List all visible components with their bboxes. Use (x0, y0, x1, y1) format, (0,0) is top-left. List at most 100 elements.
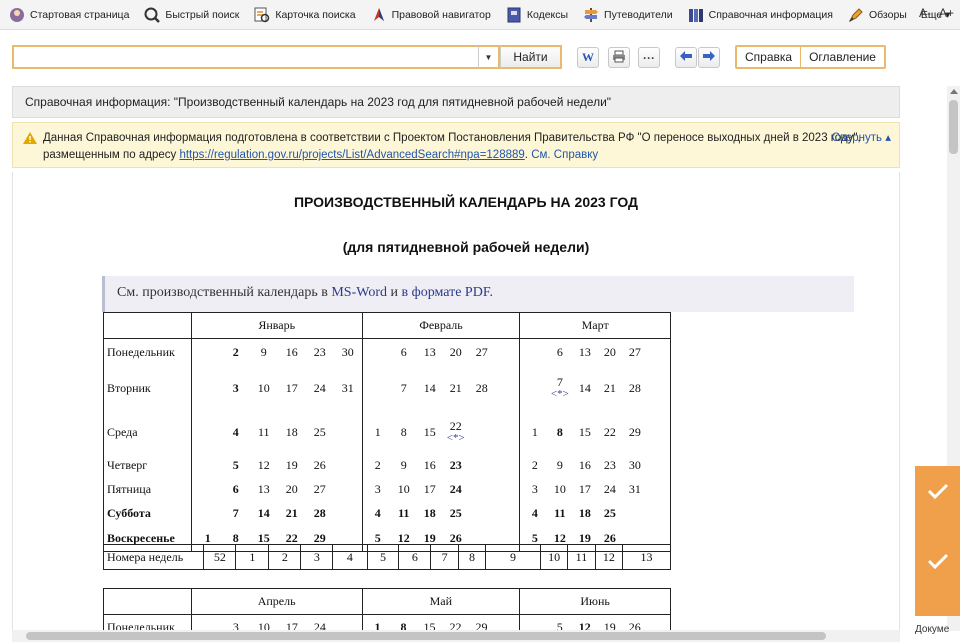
footnote-link[interactable]: <*> (447, 433, 465, 444)
toolbar-item-reviews[interactable]: Обзоры (847, 6, 907, 24)
forward-button[interactable] (698, 47, 720, 68)
collapse-notice-button[interactable]: Свернуть ▴ (832, 130, 891, 147)
calendar-day: 9 (556, 457, 563, 472)
quick-search-icon (143, 6, 161, 24)
week-number: 1 (235, 544, 270, 570)
pdf-link[interactable]: в формате PDF (402, 285, 490, 300)
calendar-day: 16 (578, 457, 591, 472)
chevron-down-icon: ▼ (484, 52, 493, 62)
calendar-day: 11 (398, 505, 410, 520)
calendar-day: 31 (628, 481, 641, 496)
calendar-day: 3 (374, 481, 381, 496)
toolbar-item-search-card[interactable]: Карточка поиска (253, 6, 356, 24)
week-number: 6 (398, 544, 432, 570)
printer-icon (612, 50, 626, 66)
print-button[interactable] (608, 47, 630, 68)
week-numbers-table: Номера недель 52 1 2 3 4 5 6 7 8 9 10 11 12 13 (102, 544, 671, 570)
back-button[interactable] (675, 47, 697, 68)
calendar-day: 16 (285, 344, 298, 359)
notice-see-reference-link[interactable]: См. Справку (531, 149, 598, 161)
week-number: 13 (622, 544, 671, 570)
search-input[interactable] (12, 45, 478, 69)
calendar-day: 21 (285, 505, 298, 520)
info-notice: Данная Справочная информация подготовлен… (12, 122, 900, 168)
month-days-february: 6 13 20 27 7 14 21 28 1 8 15 22 <*> 2 9 16 23 3 10 17 24 4 11 1… (361, 338, 521, 552)
home-icon (8, 6, 26, 24)
calendar-day: 10 (553, 481, 566, 496)
day-names-cell: Понедельник Вторник Среда Четверг Пятница Суб… (103, 338, 192, 552)
calendar-day: 2 (232, 344, 239, 359)
week-number: 10 (539, 544, 569, 570)
calendar-day: 8 (400, 424, 407, 439)
calendar-day: 2 (374, 457, 381, 472)
calendar-day: 4 (374, 505, 381, 520)
codes-icon (505, 6, 523, 24)
find-button[interactable]: Найти (500, 45, 562, 69)
arrow-left-icon (680, 51, 692, 64)
calendar-day: 27 (628, 344, 641, 359)
font-larger-button[interactable]: A+ (939, 6, 954, 20)
toolbar-item-home[interactable]: Стартовая страница (8, 6, 129, 24)
day-name: Четверг (107, 457, 148, 472)
calendar-day: 17 (423, 481, 436, 496)
toolbar-item-quick-search[interactable]: Быстрый поиск (143, 6, 239, 24)
search-row: ▼ Найти W ··· Справка Оглавление (0, 40, 960, 74)
scrollbar-thumb[interactable] (26, 632, 826, 640)
calendar-day: 12 (257, 457, 270, 472)
calendar-day: 23 (313, 344, 326, 359)
week-number: 7 (430, 544, 459, 570)
calendar-day: 24 (313, 380, 326, 395)
checkmark-icon (927, 553, 949, 570)
font-smaller-button[interactable]: A- (919, 6, 931, 20)
calendar-day: 25 (603, 505, 616, 520)
calendar-day: 14 (423, 380, 436, 395)
calendar-day: 24 (603, 481, 616, 496)
week-number: 2 (268, 544, 302, 570)
toolbar-item-legal-navigator[interactable]: Правовой навигатор (370, 6, 491, 24)
week-number: 5 (366, 544, 400, 570)
calendar-day: 16 (423, 457, 436, 472)
calendar-day: 22 (603, 424, 616, 439)
toolbar-item-codes[interactable]: Кодексы (505, 6, 568, 24)
week-number: 12 (594, 544, 624, 570)
calendar-day: 17 (285, 380, 298, 395)
note-text: . (489, 285, 494, 300)
download-note: См. производственный календарь в MS-Word… (102, 276, 854, 312)
search-history-dropdown[interactable]: ▼ (478, 45, 500, 69)
view-tabs: Справка Оглавление (735, 45, 886, 69)
corner-cell (103, 312, 192, 339)
tab-contents[interactable]: Оглавление (801, 47, 884, 67)
document-title-bar: Справочная информация: "Производственный… (12, 86, 900, 118)
toolbar-item-guides[interactable]: Путеводители (582, 6, 673, 24)
search-card-icon (253, 6, 271, 24)
corner-cell (103, 588, 192, 615)
notice-regulation-link[interactable]: https://regulation.gov.ru/projects/List/… (179, 149, 524, 161)
calendar-day: 30 (628, 457, 641, 472)
calendar-day: 11 (554, 505, 566, 520)
horizontal-scrollbar[interactable] (12, 630, 900, 642)
scrollbar-thumb[interactable] (949, 100, 958, 154)
export-word-button[interactable]: W (577, 47, 599, 68)
calendar-day: 25 (449, 505, 462, 520)
more-actions-button[interactable]: ··· (638, 47, 660, 68)
month-days-january: 2 9 16 23 30 3 10 17 24 31 4 11 18 25 5 12 19 26 6 13 20 27 7 1… (190, 338, 363, 552)
guides-icon (582, 6, 600, 24)
scroll-up-icon[interactable] (950, 89, 958, 94)
week-numbers-label: Номера недель (102, 544, 205, 570)
day-name: Понедельник (107, 344, 175, 359)
toolbar-item-reference-info[interactable]: Справочная информация (687, 6, 833, 24)
side-panel-tab[interactable] (915, 466, 960, 616)
calendar-day: 9 (260, 344, 267, 359)
footnote-link[interactable]: <*> (551, 389, 569, 400)
toolbar-item-label: Карточка поиска (275, 8, 356, 21)
tab-reference[interactable]: Справка (737, 47, 802, 67)
calendar-day: 1 (531, 424, 538, 439)
calendar-day: 20 (285, 481, 298, 496)
calendar-day: 21 (603, 380, 616, 395)
calendar-day: 10 (257, 380, 270, 395)
calendar-day: 7 (232, 505, 239, 520)
ms-word-link[interactable]: MS-Word (331, 285, 387, 300)
calendar-day: 4 (232, 424, 239, 439)
calendar-day: 28 (628, 380, 641, 395)
calendar-day: 13 (257, 481, 270, 496)
